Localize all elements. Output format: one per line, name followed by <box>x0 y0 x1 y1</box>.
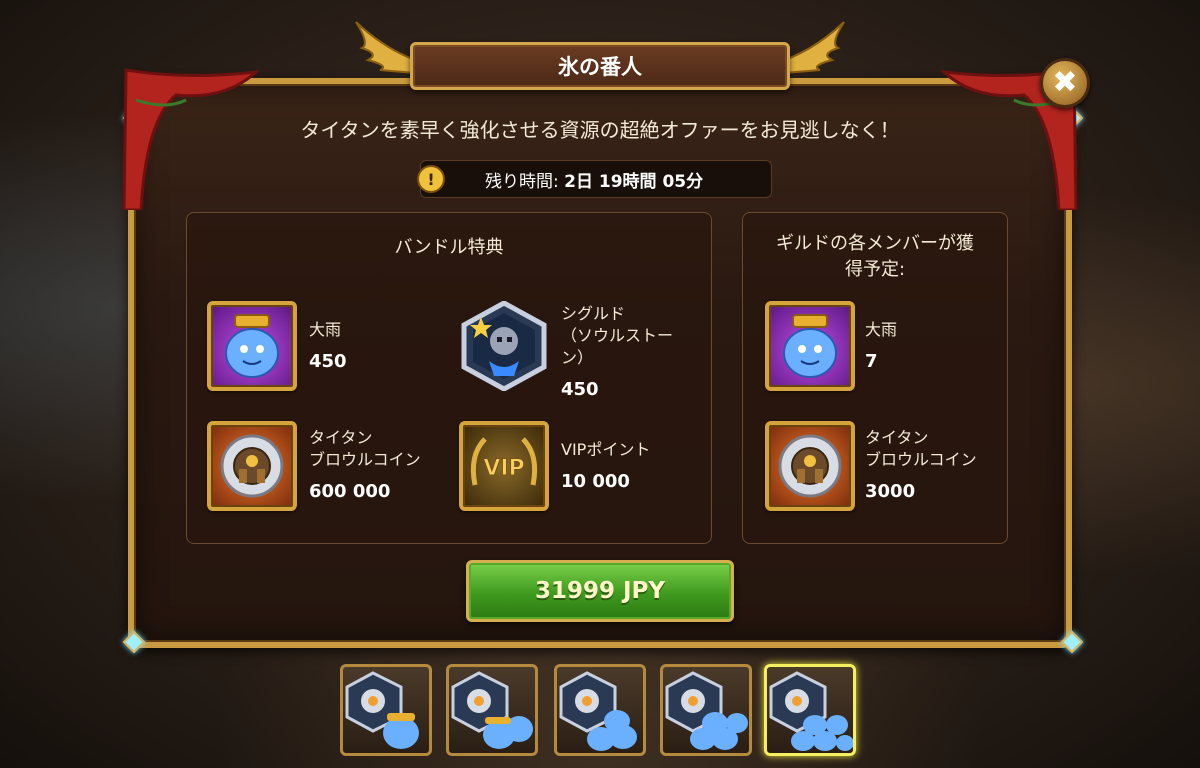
timer-label: 残り時間: <box>485 171 559 192</box>
offer-tab-1[interactable] <box>340 664 432 756</box>
offer-tab-5[interactable] <box>764 664 856 756</box>
timer-bar: ! 残り時間: 2日 19時間 05分 <box>417 160 772 198</box>
offer-title: 氷の番人 <box>558 55 642 79</box>
bundle-rewards-box: バンドル特典 大雨 450 シグルド （ソウルストー ン） 450 タイタン ブ… <box>186 212 712 544</box>
svg-text:VIP: VIP <box>483 456 524 481</box>
potion-jar-icon[interactable] <box>207 301 297 391</box>
timer-text: 残り時間: 2日 19時間 05分 <box>485 167 703 192</box>
title-banner: 氷の番人 <box>410 42 790 90</box>
item-name: VIPポイント <box>561 440 651 459</box>
item-amount: 450 <box>309 351 347 372</box>
item-amount: 10 000 <box>561 471 630 492</box>
offer-tab-3[interactable] <box>554 664 646 756</box>
vip-icon[interactable]: VIP <box>459 421 549 511</box>
hero-soulstone-icon[interactable] <box>459 301 549 391</box>
guild-rewards-box: ギルドの各メンバーが獲 得予定: 大雨 7 タイタン ブロウルコイン 3000 <box>742 212 1008 544</box>
item-amount: 7 <box>865 351 878 372</box>
close-icon: ✖ <box>1052 65 1078 100</box>
offer-subtitle: タイタンを素早く強化させる資源の超絶オファーをお見逃しなく！ <box>300 118 900 142</box>
titan-coin-icon[interactable] <box>207 421 297 511</box>
item-name: タイタン ブロウルコイン <box>309 428 421 469</box>
buy-button[interactable]: 31999 JPY <box>466 560 734 622</box>
warning-icon: ! <box>417 165 445 193</box>
offer-tab-2[interactable] <box>446 664 538 756</box>
guild-title: ギルドの各メンバーが獲 得予定: <box>776 233 974 280</box>
item-amount: 450 <box>561 379 599 400</box>
bundle-title: バンドル特典 <box>394 237 504 258</box>
titan-coin-icon[interactable] <box>765 421 855 511</box>
item-amount: 3000 <box>865 481 916 502</box>
close-button[interactable]: ✖ <box>1040 58 1090 108</box>
item-name: タイタン ブロウルコイン <box>865 428 977 469</box>
offer-tab-4[interactable] <box>660 664 752 756</box>
item-name: シグルド （ソウルストー ン） <box>561 304 674 367</box>
item-amount: 600 000 <box>309 481 391 502</box>
timer-value: 2日 19時間 05分 <box>564 171 704 192</box>
item-name: 大雨 <box>865 320 898 339</box>
potion-jar-icon[interactable] <box>765 301 855 391</box>
item-name: 大雨 <box>309 320 342 339</box>
